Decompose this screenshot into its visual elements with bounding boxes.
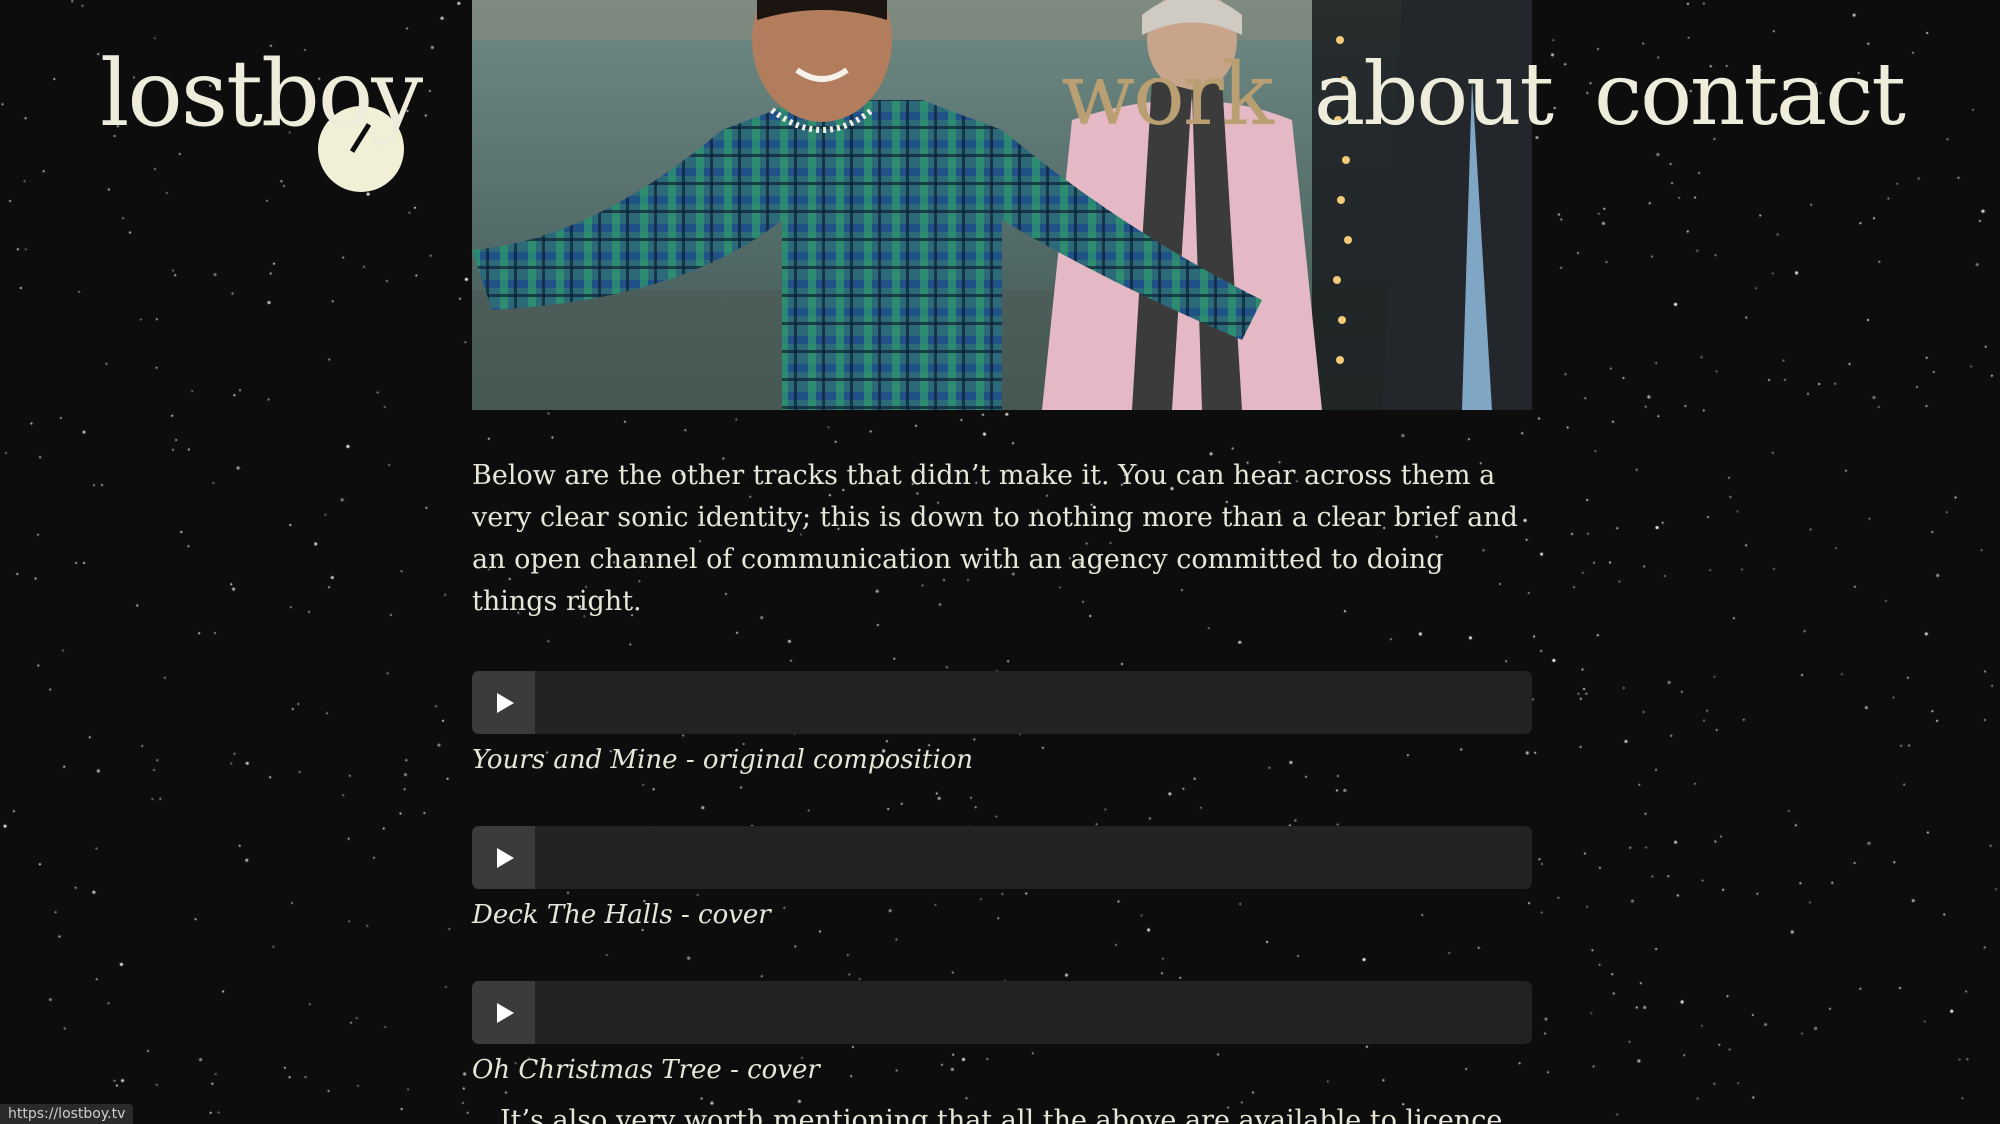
nav-contact[interactable]: contact: [1594, 52, 1906, 138]
play-icon: [497, 847, 514, 868]
play-button[interactable]: [472, 671, 535, 734]
licence-paragraph: It’s also very worth mentioning that all…: [500, 1105, 1503, 1124]
audio-player[interactable]: [472, 981, 1532, 1044]
audio-player[interactable]: [472, 826, 1532, 889]
link-status-bar: https://lostboy.tv: [0, 1104, 134, 1124]
play-icon: [497, 1002, 514, 1023]
track-title: Oh Christmas Tree - cover: [472, 1055, 820, 1085]
audio-player[interactable]: [472, 671, 1532, 734]
nav-work[interactable]: work: [1061, 52, 1274, 138]
play-button[interactable]: [472, 981, 535, 1044]
track-item: Oh Christmas Tree - cover: [472, 981, 1532, 1088]
track-item: Yours and Mine - original composition: [472, 671, 1532, 778]
play-button[interactable]: [472, 826, 535, 889]
track-item: Deck The Halls - cover: [472, 826, 1532, 933]
nav-about[interactable]: about: [1314, 52, 1554, 138]
track-title: Yours and Mine - original composition: [472, 745, 974, 775]
brand-logo[interactable]: lostboy: [100, 48, 423, 140]
main-nav: work about contact: [1061, 52, 1906, 138]
track-title: Deck The Halls - cover: [472, 900, 771, 930]
intro-paragraph: Below are the other tracks that didn’t m…: [472, 460, 1518, 617]
main-content: Below are the other tracks that didn’t m…: [472, 455, 1532, 1088]
brand-name: lostboy: [100, 40, 423, 147]
play-icon: [497, 692, 514, 713]
